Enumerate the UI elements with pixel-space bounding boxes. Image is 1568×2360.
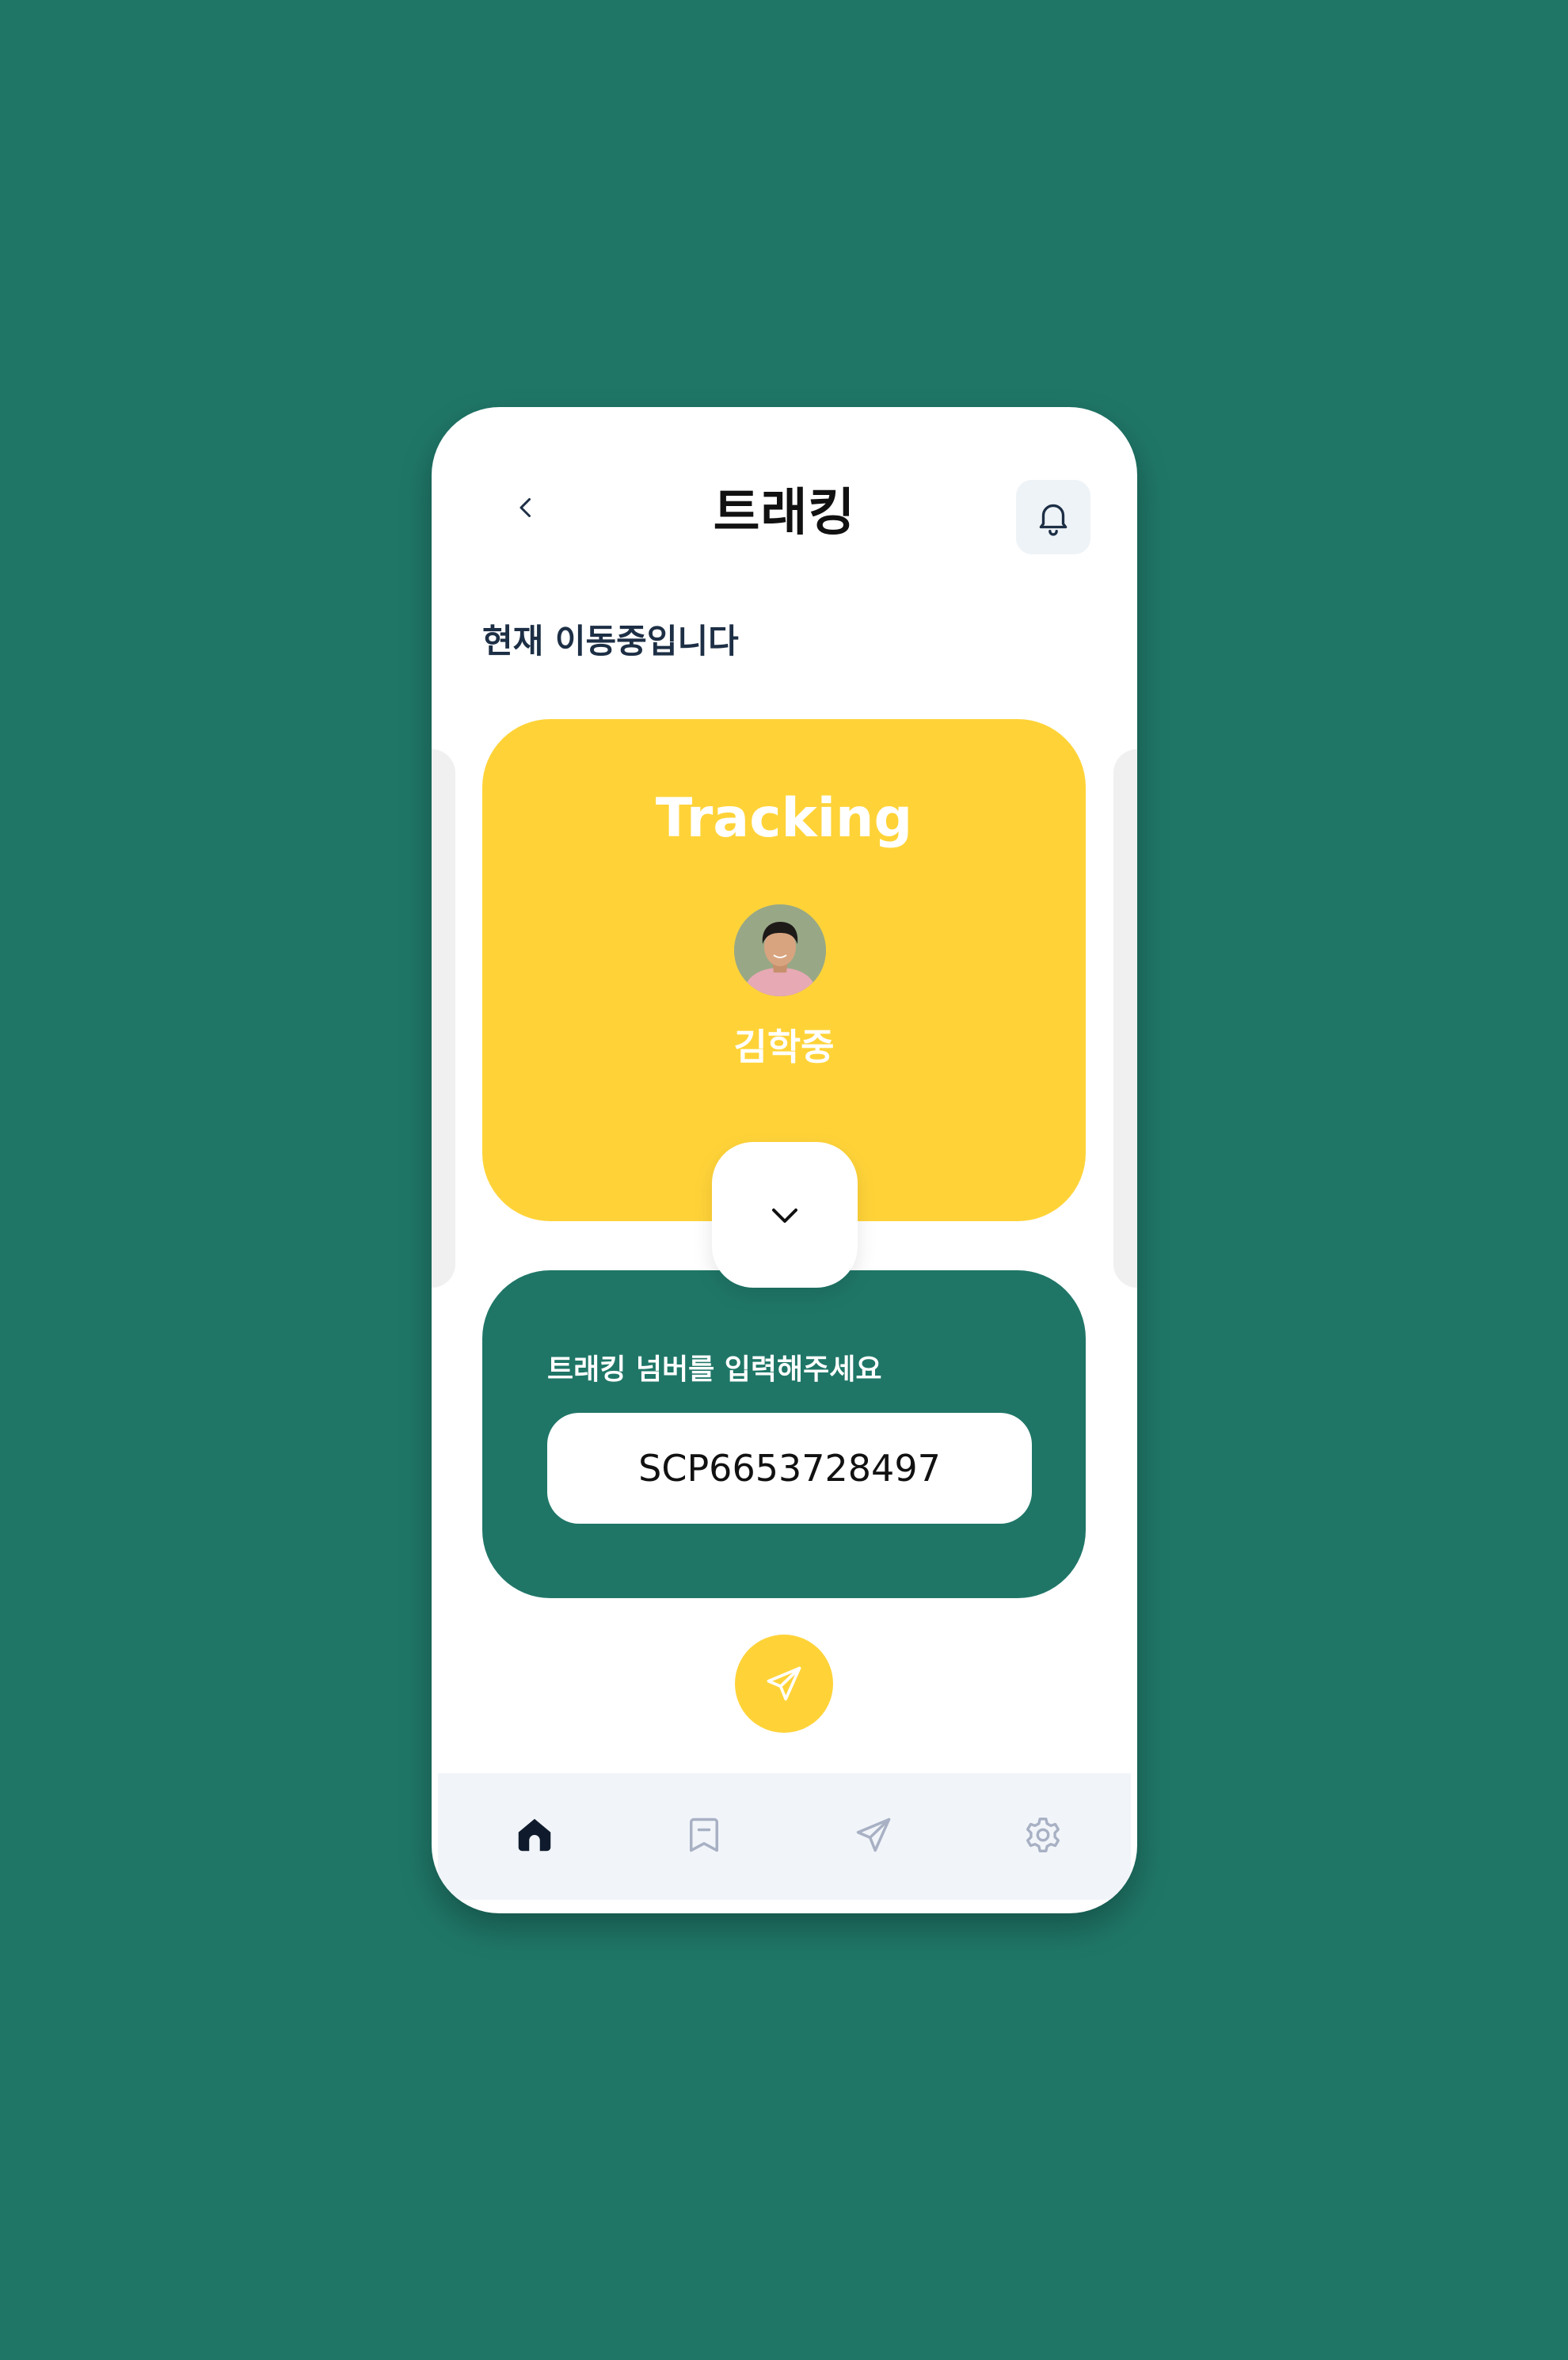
tracking-number-input[interactable] bbox=[547, 1413, 1032, 1524]
expand-button[interactable] bbox=[712, 1142, 858, 1288]
nav-settings[interactable] bbox=[1014, 1806, 1071, 1863]
status-text: 현재 이동중입니다 bbox=[482, 622, 739, 660]
chevron-down-icon bbox=[772, 1209, 797, 1223]
avatar bbox=[734, 904, 826, 996]
tracking-input-card: 트래킹 넘버를 입력해주세요 bbox=[482, 1270, 1086, 1598]
nav-send[interactable] bbox=[845, 1806, 902, 1863]
send-icon bbox=[767, 1666, 801, 1701]
tracking-input-label: 트래킹 넘버를 입력해주세요 bbox=[547, 1353, 882, 1386]
tracking-card-title: Tracking bbox=[655, 787, 913, 850]
previous-card-peek[interactable] bbox=[432, 749, 455, 1288]
notification-button[interactable] bbox=[1016, 480, 1090, 554]
next-card-peek[interactable] bbox=[1113, 749, 1137, 1288]
nav-bookmark[interactable] bbox=[676, 1806, 733, 1863]
home-icon bbox=[518, 1818, 551, 1852]
tracking-person-name: 김학중 bbox=[733, 1026, 835, 1068]
bell-icon bbox=[1039, 504, 1068, 536]
bookmark-icon bbox=[690, 1818, 718, 1852]
bottom-nav bbox=[438, 1773, 1131, 1900]
nav-home[interactable] bbox=[506, 1806, 563, 1863]
send-button[interactable] bbox=[735, 1635, 833, 1733]
phone-screen: 트래킹 현재 이동중입니다 Tracking 김학중 트래킹 넘버를 입력해주세… bbox=[432, 407, 1137, 1913]
gear-icon bbox=[1026, 1818, 1060, 1852]
send-icon bbox=[856, 1818, 891, 1852]
